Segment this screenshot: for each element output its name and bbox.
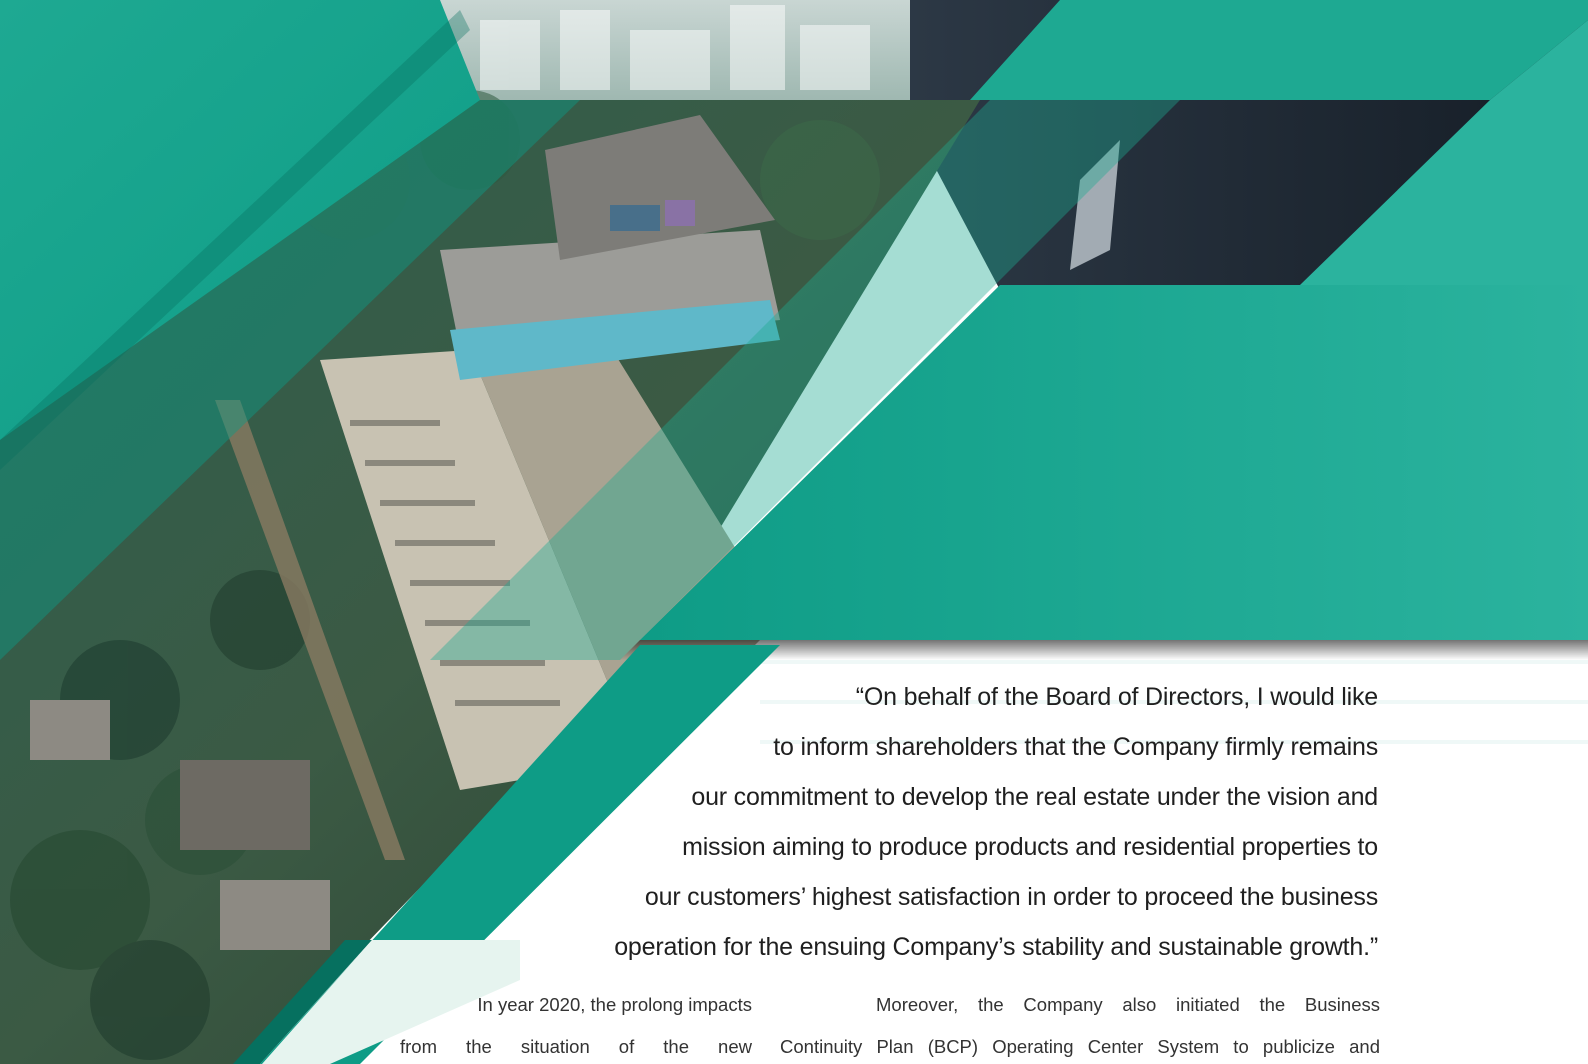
annual-report-page: “On behalf of the Board of Directors, I … <box>0 0 1588 1064</box>
quote-line: operation for the ensuing Company’s stab… <box>614 933 1378 961</box>
quote-line: to inform shareholders that the Company … <box>773 733 1378 761</box>
body-text-line: Moreover, the Company also initiated the… <box>876 994 1380 1015</box>
quote-line: mission aiming to produce products and r… <box>682 833 1378 861</box>
body-text-line: Continuity Plan (BCP) Operating Center S… <box>780 1036 1380 1057</box>
body-column-right: Moreover, the Company also initiated the… <box>780 984 1380 1064</box>
quote-line: “On behalf of the Board of Directors, I … <box>855 683 1378 711</box>
quote-line: our commitment to develop the real estat… <box>691 783 1378 811</box>
body-text-line: In year 2020, the prolong impacts <box>477 994 752 1015</box>
teal-top-band <box>970 0 1588 100</box>
quote-line: our customers’ highest satisfaction in o… <box>644 883 1378 911</box>
body-column-left: In year 2020, the prolong impacts from t… <box>400 984 752 1064</box>
chairman-quote: “On behalf of the Board of Directors, I … <box>380 672 1378 972</box>
low-building <box>30 700 110 760</box>
body-text-line: from the situation of the new <box>400 1036 752 1057</box>
